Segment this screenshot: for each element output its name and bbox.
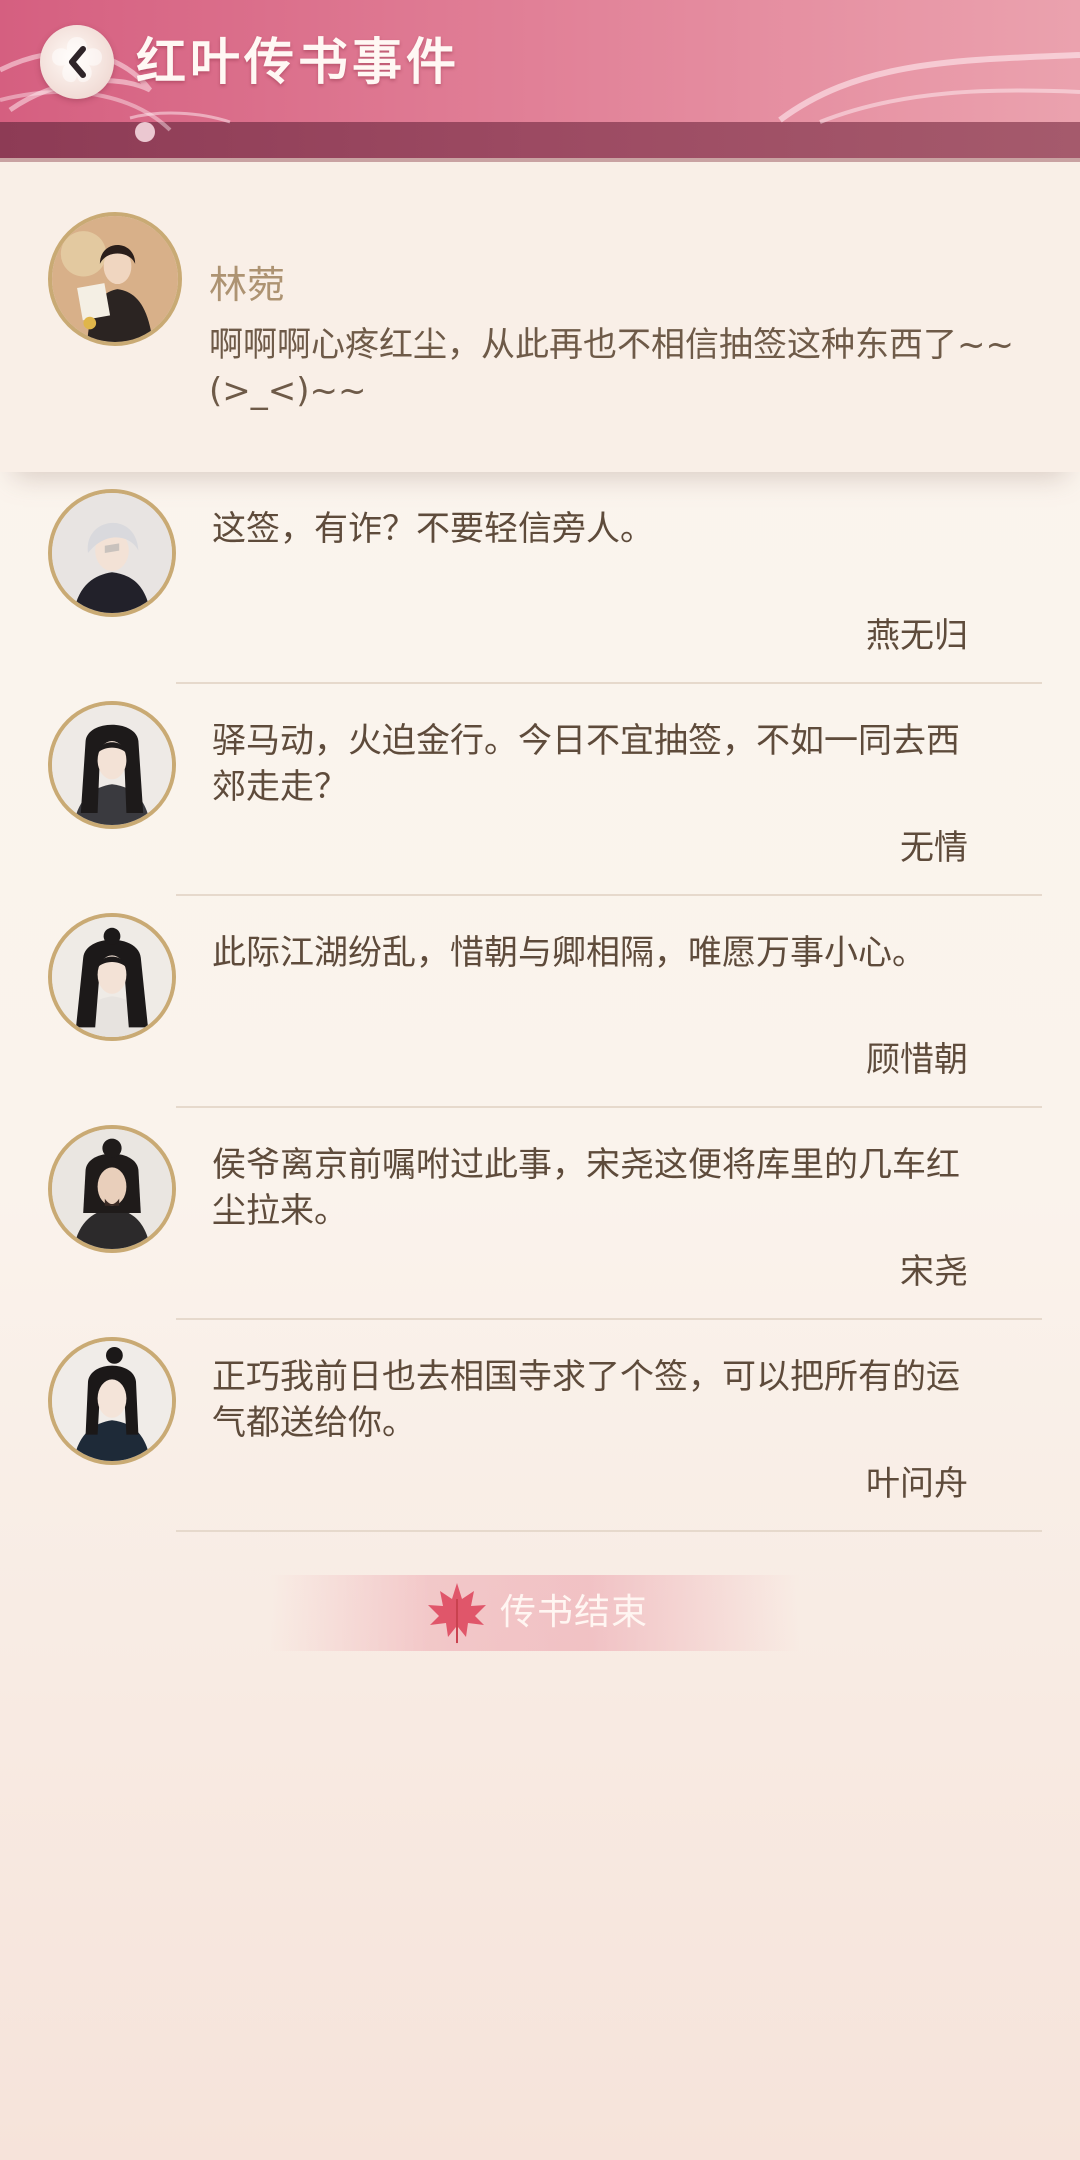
reply-text: 这签，有诈？不要轻信旁人。	[212, 509, 654, 549]
reply-item: 正巧我前日也去相国寺求了个签，可以把所有的运气都送给你。 叶问舟	[0, 1320, 1080, 1532]
reply-item: 驿马动，火迫金行。今日不宜抽签，不如一同去西郊走走？ 无情	[0, 684, 1080, 896]
reply-author: 燕无归	[866, 616, 968, 656]
character-portrait-icon	[52, 493, 172, 613]
avatar[interactable]	[48, 701, 176, 829]
poster-name: 林菀	[209, 263, 286, 307]
reply-author: 无情	[900, 828, 968, 868]
character-portrait-icon	[52, 917, 172, 1037]
reply-item: 侯爷离京前嘱咐过此事，宋尧这便将库里的几车红尘拉来。 宋尧	[0, 1108, 1080, 1320]
page-title: 红叶传书事件	[136, 32, 460, 91]
character-portrait-icon	[52, 216, 178, 342]
reply-author: 叶问舟	[866, 1464, 968, 1504]
reply-text: 此际江湖纷乱，惜朝与卿相隔，唯愿万事小心。	[212, 933, 926, 973]
avatar[interactable]	[48, 1337, 176, 1465]
reply-author: 宋尧	[900, 1252, 968, 1292]
character-portrait-icon	[52, 705, 172, 825]
reply-item: 这签，有诈？不要轻信旁人。 燕无归	[0, 472, 1080, 684]
avatar[interactable]	[48, 1125, 176, 1253]
end-label: 传书结束	[500, 1592, 649, 1633]
reply-item: 此际江湖纷乱，惜朝与卿相隔，唯愿万事小心。 顾惜朝	[0, 896, 1080, 1108]
avatar[interactable]	[48, 913, 176, 1041]
character-portrait-icon	[52, 1341, 172, 1461]
avatar[interactable]	[48, 489, 176, 617]
avatar[interactable]	[48, 212, 182, 346]
reply-text: 正巧我前日也去相国寺求了个签，可以把所有的运气都送给你。	[212, 1357, 960, 1443]
back-button[interactable]	[40, 25, 114, 99]
reply-text: 驿马动，火迫金行。今日不宜抽签，不如一同去西郊走走？	[212, 721, 960, 807]
back-arrow-icon	[52, 37, 102, 83]
post-text: 啊啊啊心疼红尘，从此再也不相信抽签这种东西了~~(>_<)~~	[209, 325, 1014, 411]
reply-author: 顾惜朝	[866, 1040, 968, 1080]
reply-text: 侯爷离京前嘱咐过此事，宋尧这便将库里的几车红尘拉来。	[212, 1145, 960, 1231]
maple-leaf-icon	[428, 1583, 486, 1645]
character-portrait-icon	[52, 1129, 172, 1249]
divider	[176, 1530, 1042, 1532]
end-banner: 传书结束	[270, 1575, 800, 1651]
original-post: 林菀 啊啊啊心疼红尘，从此再也不相信抽签这种东西了~~(>_<)~~	[0, 162, 1080, 472]
header-bar: 红叶传书事件	[0, 0, 1080, 162]
